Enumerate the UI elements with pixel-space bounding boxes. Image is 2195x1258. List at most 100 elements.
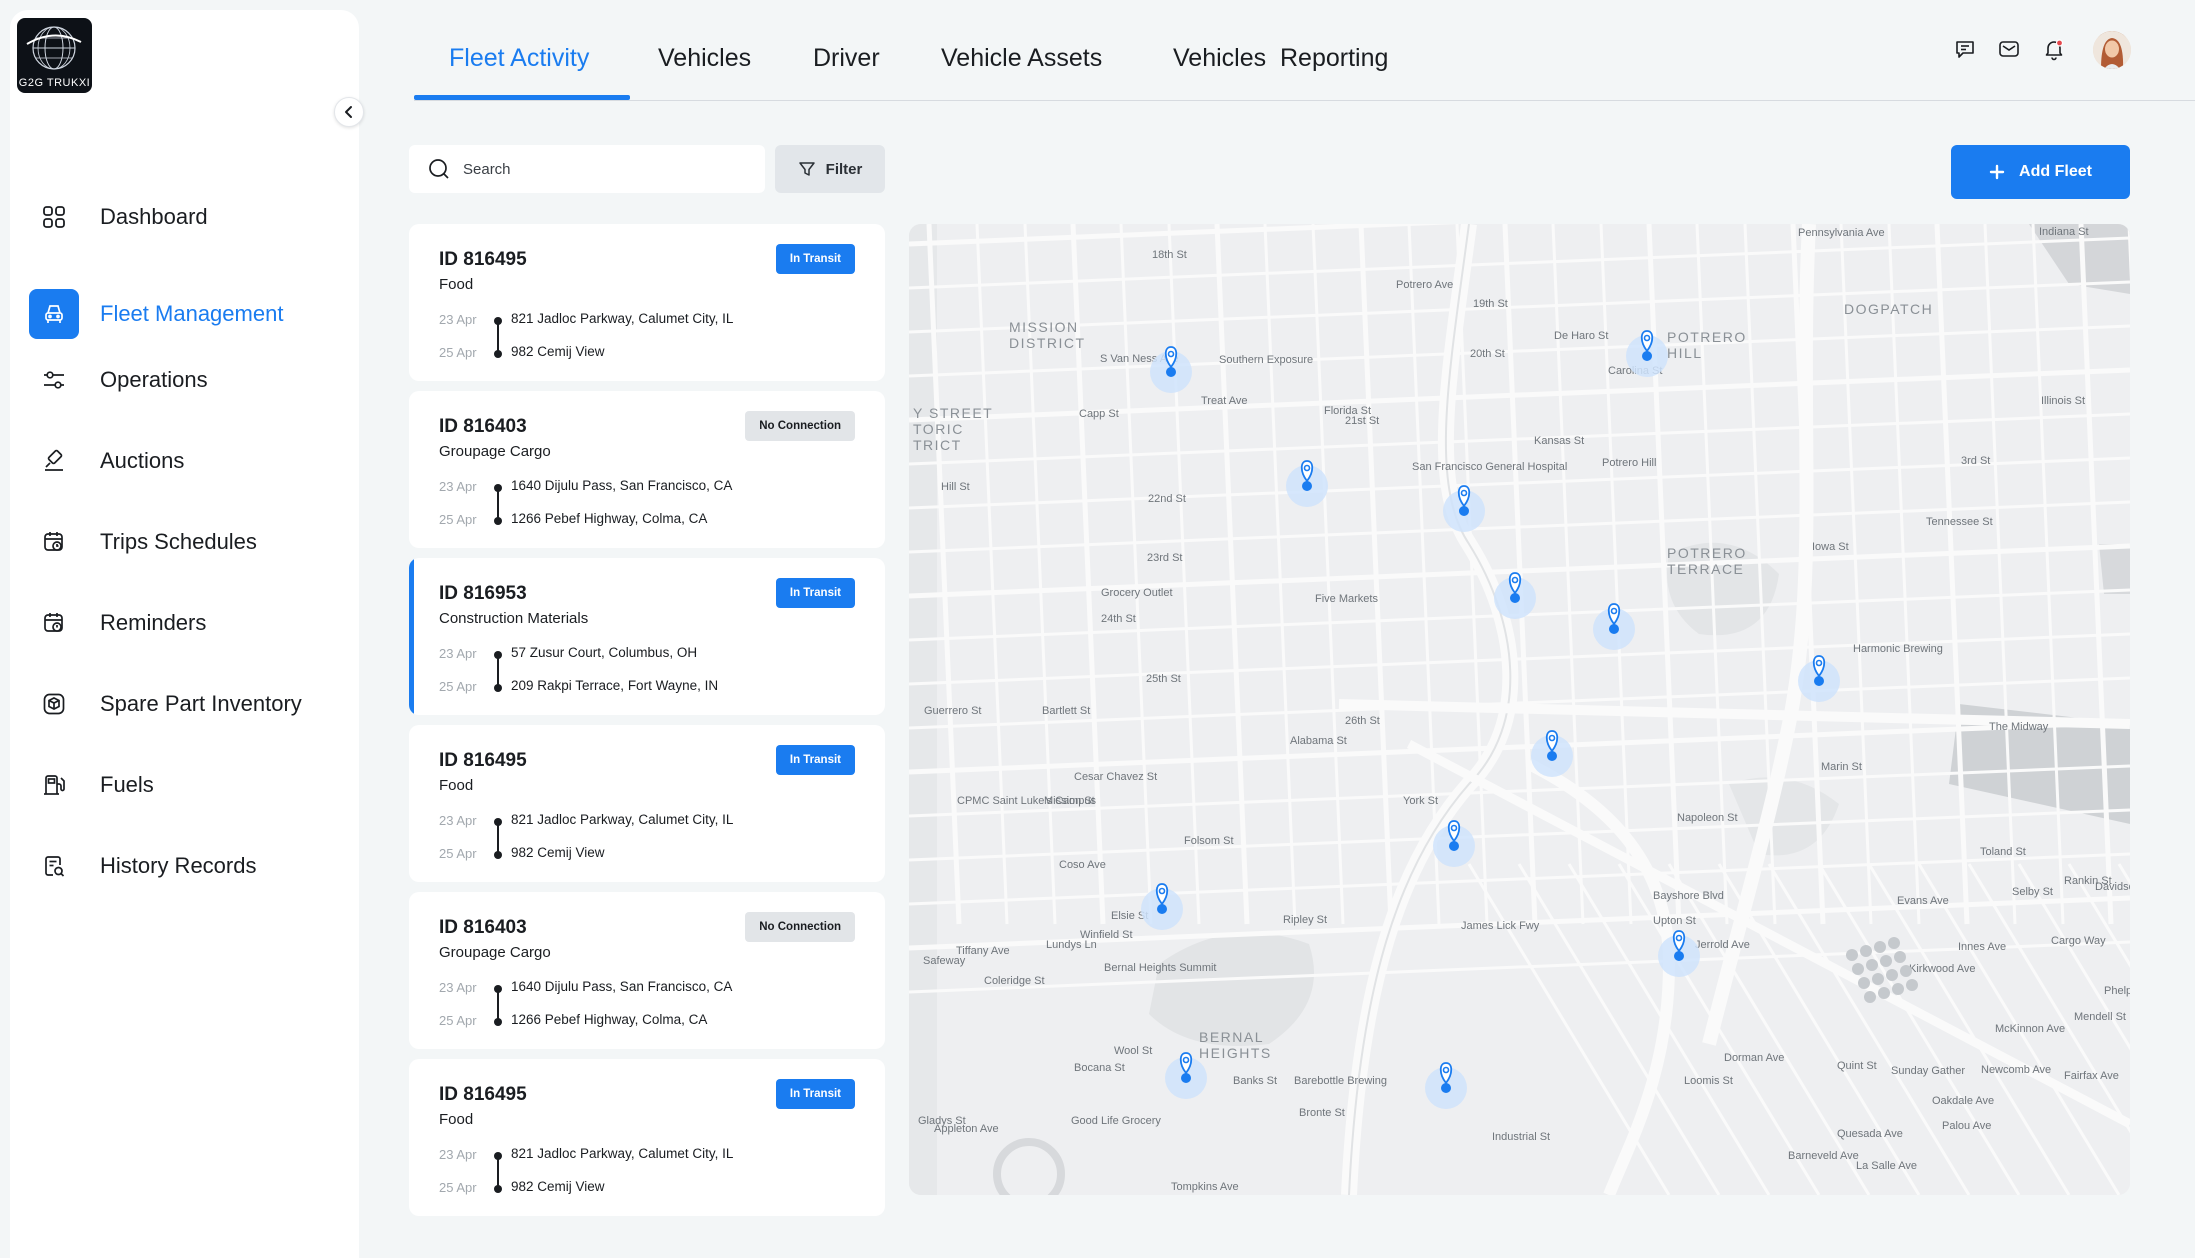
route-end-date: 25 Apr (439, 1180, 477, 1195)
map-cluster-dot (1872, 973, 1884, 985)
map-label: BERNAL (1199, 1029, 1264, 1045)
sidebar-item-label: Spare Part Inventory (100, 691, 302, 716)
map-label: Ripley St (1283, 914, 1327, 926)
sidebar-item-reminders[interactable]: Reminders (29, 598, 206, 648)
sidebar-item-trips-schedules[interactable]: Trips Schedules (29, 517, 257, 567)
fleet-id: ID 816953 (439, 583, 527, 604)
map-label: Banks St (1233, 1075, 1277, 1087)
fleet-map[interactable]: MISSION DISTRICT POTRERO HILL DOGPATCH POTRER… (909, 224, 2130, 1195)
map-label: Mission St (1044, 795, 1095, 807)
map-label: DISTRICT (1009, 335, 1086, 351)
add-fleet-button[interactable]: Add Fleet (1951, 145, 2130, 199)
tab-vehicles[interactable]: Vehicles (658, 44, 751, 73)
map-label: MISSION (1009, 319, 1079, 335)
map-label: HEIGHTS (1199, 1045, 1272, 1061)
fleet-card[interactable]: ID 816403 Groupage Cargo No Connection 2… (409, 892, 885, 1049)
map-label: POTRERO (1667, 329, 1747, 345)
map-label: Loomis St (1684, 1075, 1733, 1087)
map-label: POTRERO (1667, 545, 1747, 561)
map-label: Palou Ave (1942, 1120, 1991, 1132)
map-label: La Salle Ave (1856, 1160, 1917, 1172)
fleet-card[interactable]: ID 816495 Food In Transit 23 Apr 821 Jad… (409, 1059, 885, 1216)
map-label: HILL (1667, 345, 1703, 361)
map-label: Bocana St (1074, 1062, 1125, 1074)
map-label: Pennsylvania Ave (1798, 227, 1885, 239)
sidebar-collapse-button[interactable] (334, 97, 364, 127)
fleet-cargo: Groupage Cargo (439, 443, 551, 460)
map-label: Treat Ave (1201, 395, 1247, 407)
route-start-date: 23 Apr (439, 312, 477, 327)
map-label: 24th St (1101, 613, 1136, 625)
sidebar-item-auctions[interactable]: Auctions (29, 436, 184, 486)
sidebar-item-dashboard[interactable]: Dashboard (29, 192, 208, 242)
calendar-clock-icon (29, 517, 79, 567)
route-end-address: 982 Cemij View (511, 344, 605, 359)
map-label: McKinnon Ave (1995, 1023, 2065, 1035)
gavel-icon (29, 436, 79, 486)
mail-icon[interactable] (1994, 34, 2024, 64)
fleet-cargo: Food (439, 1111, 474, 1128)
filter-button[interactable]: Filter (775, 145, 885, 193)
search-input[interactable] (463, 160, 723, 178)
status-badge: No Connection (745, 912, 855, 942)
route-timeline: 23 Apr 821 Jadloc Parkway, Calumet City,… (439, 1146, 859, 1207)
route-start-address: 821 Jadloc Parkway, Calumet City, IL (511, 812, 734, 827)
map-label: 26th St (1345, 715, 1380, 727)
fleet-card[interactable]: ID 816495 Food In Transit 23 Apr 821 Jad… (409, 224, 885, 381)
route-timeline: 23 Apr 821 Jadloc Parkway, Calumet City,… (439, 812, 859, 873)
route-end-dot (494, 1185, 502, 1193)
fleet-card[interactable]: ID 816495 Food In Transit 23 Apr 821 Jad… (409, 725, 885, 882)
map-label: TORIC (913, 421, 964, 437)
search-box[interactable] (409, 145, 765, 193)
fleet-id: ID 816403 (439, 416, 527, 437)
sidebar-item-label: History Records (100, 853, 257, 878)
tab-vehicle-assets[interactable]: Vehicle Assets (941, 44, 1102, 73)
map-label: Marin St (1821, 761, 1862, 773)
fleet-card[interactable]: ID 816953 Construction Materials In Tran… (409, 558, 885, 715)
user-avatar[interactable] (2093, 31, 2131, 69)
map-label: Potrero Hill (1602, 457, 1656, 469)
sidebar-item-history-records[interactable]: History Records (29, 841, 256, 891)
map-label: Y STREET (913, 405, 993, 421)
map-cluster-dot (1866, 959, 1878, 971)
tab-fleet-activity[interactable]: Fleet Activity (449, 44, 589, 73)
map-label: York St (1403, 795, 1438, 807)
tab-vehicles-reporting[interactable]: Vehicles Reporting (1173, 44, 1388, 73)
route-start-date: 23 Apr (439, 1147, 477, 1162)
bell-icon[interactable] (2039, 34, 2069, 64)
tab-driver[interactable]: Driver (813, 44, 880, 73)
route-end-address: 982 Cemij View (511, 1179, 605, 1194)
sidebar-item-spare-part-inventory[interactable]: Spare Part Inventory (29, 679, 302, 729)
fleet-card[interactable]: ID 816403 Groupage Cargo No Connection 2… (409, 391, 885, 548)
active-tab-indicator (414, 95, 630, 100)
route-timeline: 23 Apr 821 Jadloc Parkway, Calumet City,… (439, 311, 859, 372)
map-label: Cesar Chavez St (1074, 771, 1157, 783)
fleet-id: ID 816403 (439, 917, 527, 938)
map-cluster-dot (1886, 969, 1898, 981)
sliders-icon (29, 355, 79, 405)
map-cluster-dot (1880, 955, 1892, 967)
history-icon (29, 841, 79, 891)
route-start-address: 821 Jadloc Parkway, Calumet City, IL (511, 1146, 734, 1161)
map-label: Newcomb Ave (1981, 1064, 2051, 1076)
map-cluster-dot (1888, 937, 1900, 949)
map-canvas: MISSIONDISTRICT POTREROHILLDOGPATCHPOTRER… (909, 224, 2130, 1195)
sidebar-item-fuels[interactable]: Fuels (29, 760, 154, 810)
map-label: Tennessee St (1926, 516, 1993, 528)
map-label: Fairfax Ave (2064, 1070, 2119, 1082)
chat-icon[interactable] (1950, 34, 1980, 64)
app-logo[interactable]: G2G TRUKXI (17, 18, 92, 93)
map-label: Bartlett St (1042, 705, 1090, 717)
map-label: Gladys St (918, 1115, 966, 1127)
route-end-date: 25 Apr (439, 512, 477, 527)
sidebar-item-operations[interactable]: Operations (29, 355, 208, 405)
route-end-date: 25 Apr (439, 679, 477, 694)
chevron-left-icon (345, 106, 352, 118)
map-label: 18th St (1152, 249, 1187, 261)
map-label: Sunday Gather (1891, 1065, 1965, 1077)
map-cluster-dot (1852, 963, 1864, 975)
sidebar-item-fleet-management[interactable]: Fleet Management (29, 289, 283, 339)
status-badge: In Transit (775, 745, 855, 775)
map-label: Quesada Ave (1837, 1128, 1903, 1140)
map-label: Five Markets (1315, 593, 1378, 605)
